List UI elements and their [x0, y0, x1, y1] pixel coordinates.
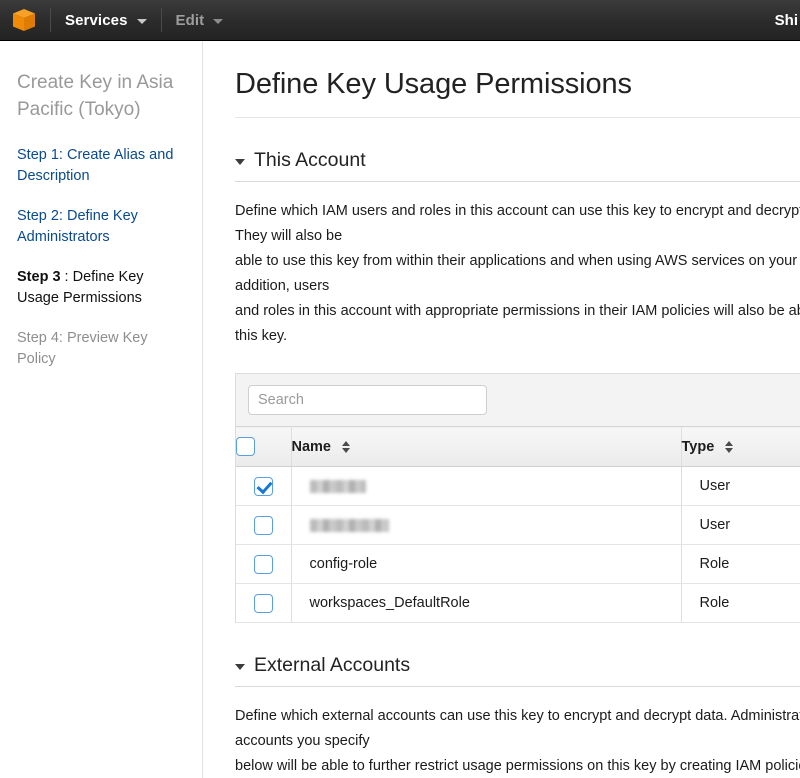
edit-menu[interactable]: Edit: [164, 0, 236, 41]
column-header-type[interactable]: Type: [680, 426, 800, 467]
main-content: Define Key Usage Permissions This Accoun…: [204, 41, 800, 778]
cell-type: Role: [680, 583, 800, 623]
triangle-down-icon: [235, 159, 245, 165]
services-menu[interactable]: Services: [53, 0, 159, 41]
row-checkbox-cell: [236, 544, 292, 584]
iam-principals-table: Name Type User User config-role Role workspa…: [236, 426, 800, 623]
title-divider: [235, 117, 800, 118]
this-account-section-header[interactable]: This Account: [235, 149, 800, 172]
triangle-down-icon: [235, 664, 245, 670]
sidebar-step-2[interactable]: Step 2: Define Key Administrators: [17, 206, 184, 248]
services-menu-label: Services: [65, 11, 128, 29]
edit-menu-label: Edit: [175, 11, 205, 29]
chevron-down-icon: [136, 18, 147, 24]
select-all-checkbox[interactable]: [236, 437, 255, 456]
external-accounts-description: Define which external accounts can use t…: [235, 704, 800, 778]
this-account-divider: [235, 181, 800, 182]
cell-type: User: [680, 466, 800, 506]
cell-name: [291, 505, 681, 545]
column-header-name-label: Name: [291, 438, 332, 455]
external-accounts-section-header[interactable]: External Accounts: [235, 654, 800, 677]
row-checkbox-cell: [236, 466, 292, 506]
nav-divider: [160, 8, 162, 32]
external-accounts-description-text: Define which external accounts can use t…: [235, 708, 800, 774]
topbar-right-group: Shi: [775, 0, 800, 41]
select-all-header: [236, 426, 292, 467]
table-body: User User config-role Role workspaces_Defaul…: [236, 466, 800, 623]
row-checkbox-cell: [236, 583, 292, 623]
aws-cube-icon: [13, 9, 35, 31]
sort-arrows-icon: [725, 440, 734, 454]
table-row[interactable]: workspaces_DefaultRole Role: [236, 583, 800, 623]
cell-name: workspaces_DefaultRole: [291, 583, 681, 623]
account-menu-label[interactable]: Shi: [775, 12, 800, 29]
column-header-name[interactable]: Name: [291, 426, 681, 467]
row-checkbox[interactable]: [253, 554, 273, 574]
table-row[interactable]: User: [236, 505, 800, 545]
external-accounts-divider: [235, 686, 800, 687]
aws-logo[interactable]: [0, 0, 48, 41]
wizard-sidebar: Create Key in Asia Pacific (Tokyo) Step …: [0, 41, 203, 778]
sidebar-step-1[interactable]: Step 1: Create Alias and Description: [17, 145, 184, 187]
iam-principals-panel: Name Type UserUserconfig-roleRoleworkspa…: [235, 373, 800, 623]
sidebar-step-3: Step 3 : Define Key Usage Permissions: [17, 267, 184, 309]
chevron-down-icon: [213, 18, 224, 24]
search-input[interactable]: [248, 385, 487, 415]
redacted-name: [309, 479, 366, 493]
this-account-title: This Account: [254, 149, 366, 171]
top-navigation-bar: Services Edit Shi: [0, 0, 800, 41]
table-row[interactable]: User: [236, 466, 800, 506]
table-row[interactable]: config-role Role: [236, 544, 800, 584]
table-header-row: Name Type: [236, 426, 800, 467]
row-checkbox-cell: [236, 505, 292, 545]
row-checkbox[interactable]: [253, 593, 273, 613]
external-accounts-title: External Accounts: [254, 654, 411, 676]
row-checkbox[interactable]: [253, 515, 273, 535]
cell-name: [291, 466, 681, 506]
page-title: Define Key Usage Permissions: [235, 68, 632, 100]
sidebar-step-4: Step 4: Preview Key Policy: [17, 330, 148, 367]
redacted-name: [309, 518, 389, 532]
wizard-title: Create Key in Asia Pacific (Tokyo): [17, 72, 174, 120]
cell-name: config-role: [291, 544, 681, 584]
row-checkbox[interactable]: [253, 476, 273, 496]
table-header: Name Type: [236, 426, 800, 467]
this-account-description: Define which IAM users and roles in this…: [235, 203, 800, 344]
cell-type: User: [680, 505, 800, 545]
table-toolbar: [236, 374, 800, 426]
cell-type: Role: [680, 544, 800, 584]
column-header-type-label: Type: [681, 438, 715, 455]
nav-divider: [50, 8, 51, 32]
sort-arrows-icon: [342, 440, 351, 454]
sidebar-step-3-number: Step 3: [17, 269, 61, 285]
